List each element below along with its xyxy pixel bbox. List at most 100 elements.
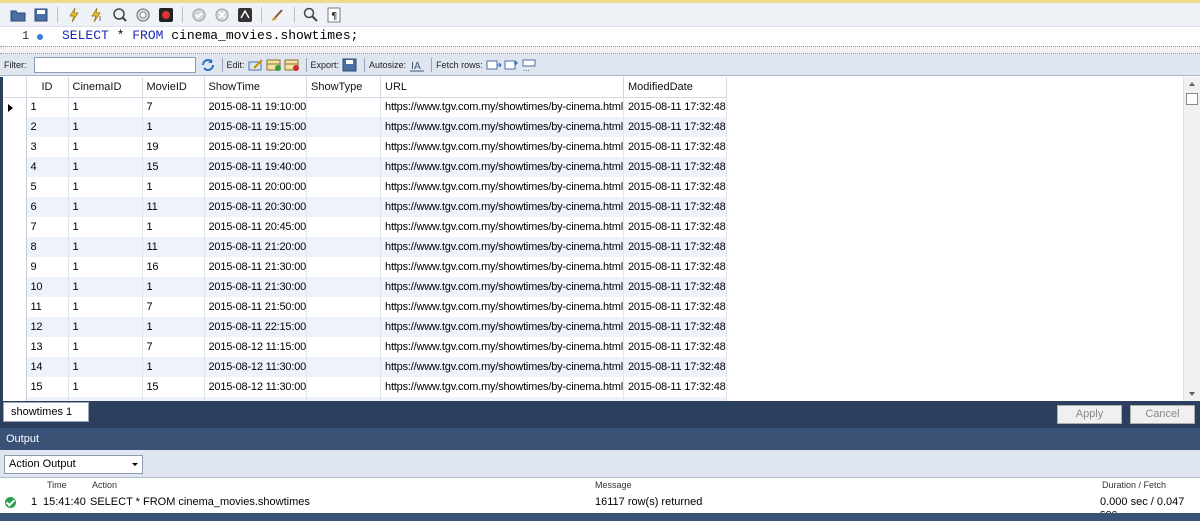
output-row[interactable]: 1 15:41:40 SELECT * FROM cinema_movies.s… [0, 491, 1200, 520]
refresh-icon[interactable] [200, 57, 216, 73]
cell-modifieddate[interactable]: 2015-08-11 17:32:48 [623, 197, 727, 217]
cell-showtype[interactable] [306, 197, 382, 217]
row-indicator[interactable] [3, 197, 27, 217]
row-indicator[interactable] [3, 97, 27, 117]
cell-showtype[interactable] [306, 297, 382, 317]
row-indicator[interactable] [3, 237, 27, 257]
cell-url[interactable]: https://www.tgv.com.my/showtimes/by-cine… [380, 257, 624, 277]
cell-cinemaid[interactable]: 1 [68, 277, 143, 297]
cell-url[interactable]: https://www.tgv.com.my/showtimes/by-cine… [380, 237, 624, 257]
cell-showtype[interactable] [306, 377, 382, 397]
explain-icon[interactable] [110, 5, 130, 25]
row-indicator[interactable] [3, 257, 27, 277]
cancel-button[interactable]: Cancel [1130, 405, 1195, 424]
cell-movieid[interactable]: 11 [142, 197, 205, 217]
row-indicator[interactable] [3, 217, 27, 237]
cell-showtime[interactable]: 2015-08-12 11:30:00 [204, 377, 308, 397]
output-header-action[interactable]: Action [92, 480, 117, 490]
output-mode-select[interactable]: Action Output [4, 455, 143, 474]
cell-showtime[interactable]: 2015-08-11 20:30:00 [204, 197, 308, 217]
cell-movieid[interactable]: 1 [142, 357, 205, 377]
row-indicator[interactable] [3, 157, 27, 177]
cell-movieid[interactable]: 1 [142, 117, 205, 137]
output-header-time[interactable]: Time [47, 480, 67, 490]
cell-showtype[interactable] [306, 237, 382, 257]
commit-icon[interactable] [189, 5, 209, 25]
vertical-scrollbar[interactable] [1183, 77, 1200, 401]
scroll-up-icon[interactable] [1189, 82, 1195, 86]
cell-url[interactable]: https://www.tgv.com.my/showtimes/by-cine… [380, 317, 624, 337]
cell-cinemaid[interactable]: 1 [68, 157, 143, 177]
cell-movieid[interactable]: 7 [142, 97, 205, 117]
row-indicator[interactable] [3, 377, 27, 397]
result-tab-showtimes[interactable]: showtimes 1 [3, 402, 89, 422]
cell-id[interactable]: 4 [26, 157, 69, 177]
cell-modifieddate[interactable]: 2015-08-11 17:32:48 [623, 257, 727, 277]
cell-showtime[interactable]: 2015-08-11 19:10:00 [204, 97, 308, 117]
cell-cinemaid[interactable]: 1 [68, 297, 143, 317]
cell-cinemaid[interactable]: 1 [68, 357, 143, 377]
cell-showtype[interactable] [306, 117, 382, 137]
cell-showtime[interactable]: 2015-08-11 19:40:00 [204, 157, 308, 177]
cell-modifieddate[interactable]: 2015-08-11 17:32:48 [623, 117, 727, 137]
row-indicator[interactable] [3, 277, 27, 297]
cell-movieid[interactable]: 19 [142, 137, 205, 157]
cell-cinemaid[interactable]: 1 [68, 137, 143, 157]
execute-icon[interactable] [64, 5, 84, 25]
execute-current-icon[interactable]: I [87, 5, 107, 25]
row-indicator[interactable] [3, 117, 27, 137]
filter-input[interactable] [33, 56, 196, 73]
column-header-id[interactable]: ID [26, 77, 69, 98]
cell-id[interactable]: 1 [26, 97, 69, 117]
cell-id[interactable]: 7 [26, 217, 69, 237]
cell-url[interactable]: https://www.tgv.com.my/showtimes/by-cine… [380, 357, 624, 377]
cell-id[interactable]: 10 [26, 277, 69, 297]
scrollbar-thumb[interactable] [1186, 93, 1198, 105]
cell-movieid[interactable]: 1 [142, 317, 205, 337]
cell-id[interactable]: 8 [26, 237, 69, 257]
table-row[interactable]: 1 1 7 2015-08-11 19:10:00 https://www.tgv.co… [3, 97, 727, 117]
row-indicator[interactable] [3, 357, 27, 377]
cell-id[interactable]: 14 [26, 357, 69, 377]
table-row[interactable]: 13 1 7 2015-08-12 11:15:00 https://www.tgv.c… [3, 337, 727, 357]
cell-cinemaid[interactable]: 1 [68, 377, 143, 397]
cell-cinemaid[interactable]: 1 [68, 197, 143, 217]
cell-showtype[interactable] [306, 317, 382, 337]
stop-icon[interactable] [133, 5, 153, 25]
row-indicator[interactable] [3, 177, 27, 197]
sql-query-text[interactable]: SELECT * FROM cinema_movies.showtimes; [62, 28, 358, 43]
cell-id[interactable]: 13 [26, 337, 69, 357]
table-row[interactable]: 10 1 1 2015-08-11 21:30:00 https://www.tgv.c… [3, 277, 727, 297]
cell-url[interactable]: https://www.tgv.com.my/showtimes/by-cine… [380, 217, 624, 237]
cell-showtype[interactable] [306, 97, 382, 117]
export-icon[interactable] [342, 57, 358, 73]
cell-showtime[interactable]: 2015-08-11 21:30:00 [204, 277, 308, 297]
cell-cinemaid[interactable]: 1 [68, 97, 143, 117]
cell-modifieddate[interactable]: 2015-08-11 17:32:48 [623, 337, 727, 357]
cell-cinemaid[interactable]: 1 [68, 317, 143, 337]
invisible-chars-icon[interactable]: ¶ [324, 5, 344, 25]
edit-row-icon[interactable] [248, 57, 264, 73]
cell-id[interactable]: 6 [26, 197, 69, 217]
editor-splitter[interactable] [0, 46, 1200, 54]
cell-showtime[interactable]: 2015-08-11 21:20:00 [204, 237, 308, 257]
cell-url[interactable]: https://www.tgv.com.my/showtimes/by-cine… [380, 337, 624, 357]
cell-id[interactable]: 3 [26, 137, 69, 157]
output-header-message[interactable]: Message [595, 480, 632, 490]
table-row[interactable]: 12 1 1 2015-08-11 22:15:00 https://www.tgv.c… [3, 317, 727, 337]
cell-modifieddate[interactable]: 2015-08-11 17:32:48 [623, 217, 727, 237]
cell-cinemaid[interactable]: 1 [68, 337, 143, 357]
cell-showtype[interactable] [306, 157, 382, 177]
cell-url[interactable]: https://www.tgv.com.my/showtimes/by-cine… [380, 97, 624, 117]
table-row[interactable]: 14 1 1 2015-08-12 11:30:00 https://www.tgv.c… [3, 357, 727, 377]
column-header-modifieddate[interactable]: ModifiedDate [623, 77, 727, 98]
open-folder-icon[interactable] [8, 5, 28, 25]
scroll-down-icon[interactable] [1189, 392, 1195, 396]
fetch-next-icon[interactable] [486, 57, 502, 73]
column-header-url[interactable]: URL [380, 77, 624, 98]
cell-id[interactable]: 9 [26, 257, 69, 277]
cell-modifieddate[interactable]: 2015-08-11 17:32:48 [623, 317, 727, 337]
table-row[interactable]: 4 1 15 2015-08-11 19:40:00 https://www.tgv.c… [3, 157, 727, 177]
apply-button[interactable]: Apply [1057, 405, 1122, 424]
cell-showtype[interactable] [306, 337, 382, 357]
